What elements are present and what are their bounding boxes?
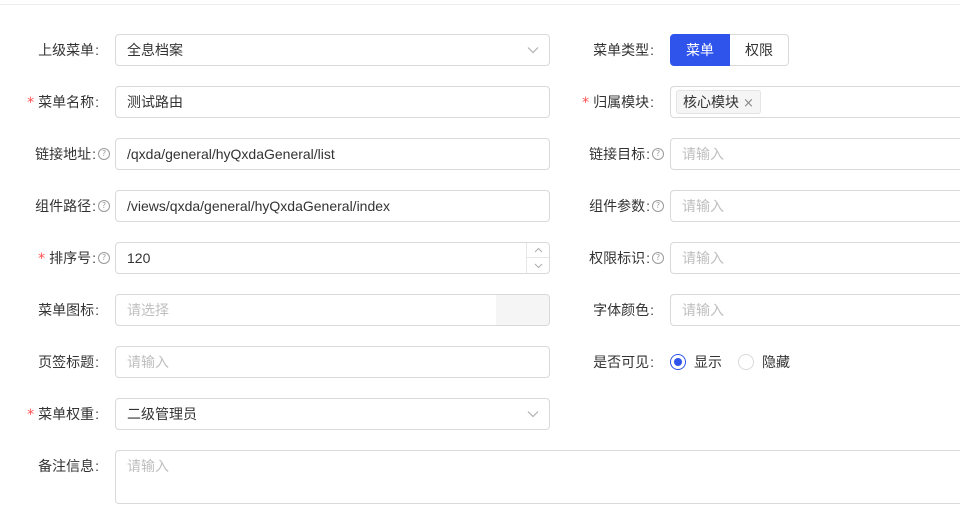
required-mark: * [27, 407, 35, 423]
link-target-placeholder: 请输入 [682, 146, 724, 162]
permission-key-input[interactable]: 请输入 [670, 242, 960, 274]
tab-title-label: 页签标题: [38, 354, 99, 370]
required-mark: * [27, 95, 35, 111]
module-tag-label: 核心模块 [683, 94, 739, 110]
link-target-input[interactable]: 请输入 [670, 138, 960, 170]
menu-weight-value: 二级管理员 [127, 406, 197, 422]
menu-icon-label: 菜单图标: [38, 302, 99, 318]
icon-picker-button[interactable] [496, 294, 550, 326]
font-color-input[interactable]: 请输入 [670, 294, 960, 326]
component-path-label: 组件路径:? [0, 190, 110, 222]
font-color-label: 字体颜色: [593, 302, 654, 318]
component-params-placeholder: 请输入 [682, 198, 724, 214]
radio-checked-icon [670, 354, 686, 370]
remarks-placeholder: 请输入 [127, 458, 169, 474]
question-circle-icon: ? [98, 200, 110, 213]
required-mark: * [582, 95, 590, 111]
menu-type-option-permission[interactable]: 权限 [730, 34, 789, 66]
permission-key-placeholder: 请输入 [682, 250, 724, 266]
sort-no-value: 120 [127, 250, 151, 266]
chevron-down-icon [527, 35, 539, 65]
module-tag: 核心模块 × [676, 90, 761, 114]
menu-name-value: 测试路由 [127, 94, 183, 110]
component-path-input[interactable]: /views/qxda/general/hyQxdaGeneral/index [115, 190, 550, 222]
menu-name-input[interactable]: 测试路由 [115, 86, 550, 118]
menu-icon-placeholder: 请选择 [127, 302, 169, 318]
top-divider [0, 4, 960, 5]
permission-key-label: 权限标识:? [560, 242, 664, 274]
visible-radio-hide[interactable]: 隐藏 [738, 346, 790, 378]
question-circle-icon: ? [98, 252, 110, 265]
parent-menu-select[interactable]: 全息档案 [115, 34, 550, 66]
visible-radio-show[interactable]: 显示 [670, 346, 722, 378]
question-circle-icon: ? [98, 148, 110, 161]
question-circle-icon: ? [652, 148, 664, 161]
question-circle-icon: ? [652, 200, 664, 213]
link-url-value: /qxda/general/hyQxdaGeneral/list [127, 146, 335, 162]
visible-radio-hide-label: 隐藏 [762, 354, 790, 370]
tab-title-placeholder: 请输入 [127, 354, 169, 370]
font-color-placeholder: 请输入 [682, 302, 724, 318]
menu-weight-select[interactable]: 二级管理员 [115, 398, 550, 430]
visible-radio-show-label: 显示 [694, 354, 722, 370]
component-path-value: /views/qxda/general/hyQxdaGeneral/index [127, 198, 391, 214]
link-url-label: 链接地址:? [0, 138, 110, 170]
menu-type-label: 菜单类型: [593, 42, 654, 58]
radio-unchecked-icon [738, 354, 754, 370]
sort-no-stepper[interactable]: 120 [115, 242, 550, 274]
stepper-controls [526, 243, 549, 273]
link-url-input[interactable]: /qxda/general/hyQxdaGeneral/list [115, 138, 550, 170]
visible-label: 是否可见: [593, 354, 654, 370]
question-circle-icon: ? [652, 252, 664, 265]
required-mark: * [38, 251, 46, 267]
component-params-input[interactable]: 请输入 [670, 190, 960, 222]
chevron-up-icon[interactable] [527, 243, 549, 258]
menu-type-option-menu[interactable]: 菜单 [670, 34, 730, 66]
parent-menu-label: 上级菜单: [38, 42, 99, 58]
remarks-textarea[interactable]: 请输入 [115, 450, 960, 504]
parent-menu-value: 全息档案 [127, 42, 183, 58]
component-params-label: 组件参数:? [560, 190, 664, 222]
module-label: * 归属模块: [582, 94, 654, 111]
menu-icon-input[interactable]: 请选择 [115, 294, 497, 326]
chevron-down-icon [527, 399, 539, 429]
sort-no-label: * 排序号:? [0, 242, 110, 274]
close-icon[interactable]: × [743, 96, 754, 111]
link-target-label: 链接目标:? [560, 138, 664, 170]
menu-weight-label: * 菜单权重: [27, 406, 99, 423]
menu-name-label: * 菜单名称: [27, 94, 99, 111]
chevron-down-icon[interactable] [527, 258, 549, 273]
remarks-label: 备注信息: [38, 458, 99, 474]
tab-title-input[interactable]: 请输入 [115, 346, 550, 378]
